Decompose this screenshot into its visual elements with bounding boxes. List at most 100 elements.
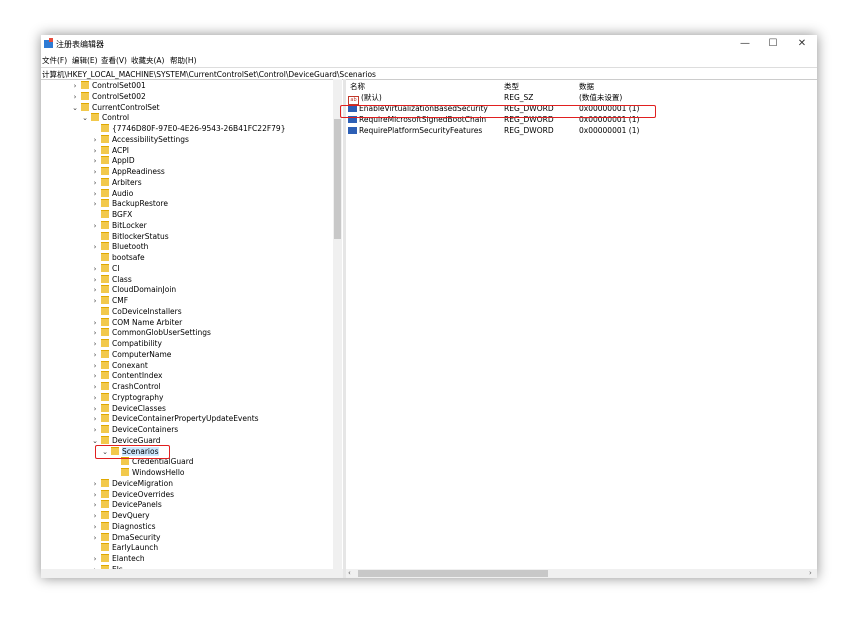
tree-item[interactable]: › Diagnostics <box>91 521 156 532</box>
tree-item[interactable]: › BackupRestore <box>91 198 168 209</box>
tree-item-label: CMF <box>112 296 129 305</box>
tree-item-label: Bluetooth <box>112 242 149 252</box>
folder-icon <box>101 414 109 423</box>
values-pane: 名称 类型 数据 ab (默认) REG_SZ (数值未设置) EnableVirtua… <box>346 79 817 569</box>
tree-vertical-scrollbar[interactable] <box>333 79 342 569</box>
tree-item-label: {7746D80F-97E0-4E26-9543-26B41FC22F79} <box>112 124 286 133</box>
tree-item[interactable]: › CloudDomainJoin <box>91 284 176 295</box>
tree-item[interactable]: › CommonGlobUserSettings <box>91 327 211 338</box>
tree-item[interactable]: {7746D80F-97E0-4E26-9543-26B41FC22F79} <box>91 123 285 134</box>
tree-item[interactable]: › AccessibilitySettings <box>91 134 189 145</box>
tree-item[interactable]: › ControlSet002 <box>71 91 146 102</box>
tree-item[interactable]: bootsafe <box>91 252 145 263</box>
tree-item-label: Compatibility <box>112 339 162 348</box>
tree-item[interactable]: › DeviceClasses <box>91 403 166 414</box>
value-row[interactable]: ab (默认) REG_SZ (数值未设置) <box>348 92 813 105</box>
folder-icon <box>101 177 109 186</box>
tree-item-label: DeviceOverrides <box>112 489 175 499</box>
folder-icon <box>101 349 109 358</box>
tree-item[interactable]: › DeviceContainers <box>91 424 178 435</box>
menu-view[interactable]: 查看(V) <box>101 55 127 66</box>
tree-item[interactable]: › CMF <box>91 295 128 306</box>
minimize-button[interactable]: — <box>734 37 756 51</box>
tree-item[interactable]: WindowsHello <box>111 467 185 478</box>
menu-edit[interactable]: 编辑(E) <box>72 55 98 66</box>
tree-item[interactable]: › Arbiters <box>91 177 142 188</box>
folder-icon <box>101 521 109 530</box>
maximize-button[interactable]: ☐ <box>762 37 784 51</box>
tree-item-label: bootsafe <box>112 253 145 262</box>
tree-item-label: AppID <box>112 156 135 166</box>
title-bar[interactable]: 注册表编辑器 — ☐ ✕ <box>41 35 817 53</box>
tree-item[interactable]: EarlyLaunch <box>91 542 158 553</box>
tree-item[interactable]: › Cryptography <box>91 392 163 403</box>
column-header-data[interactable]: 数据 <box>579 81 594 92</box>
tree-item[interactable]: › DevicePanels <box>91 499 162 510</box>
tree-item[interactable]: › Elantech <box>91 553 145 564</box>
close-button[interactable]: ✕ <box>791 37 813 51</box>
tree-item[interactable]: › COM Name Arbiter <box>91 317 182 328</box>
tree-item[interactable]: › DeviceMigration <box>91 478 173 489</box>
value-data: 0x00000001 (1) <box>579 126 640 135</box>
tree-item[interactable]: › Bluetooth <box>91 241 148 252</box>
folder-icon <box>101 328 109 337</box>
tree-scrollbar-thumb[interactable] <box>334 119 341 239</box>
folder-icon <box>101 489 109 498</box>
tree-item[interactable]: › AppID <box>91 155 135 166</box>
scroll-right-icon[interactable]: › <box>809 569 812 577</box>
tree-item[interactable]: › Audio <box>91 188 133 199</box>
tree-item-label: Class <box>112 274 132 284</box>
tree-item[interactable]: › CI <box>91 263 119 274</box>
tree-item[interactable]: › AppReadiness <box>91 166 165 177</box>
folder-icon <box>81 81 89 89</box>
values-scrollbar-thumb[interactable] <box>358 570 548 577</box>
menu-favorites[interactable]: 收藏夹(A) <box>131 55 164 66</box>
tree-item[interactable]: › DmaSecurity <box>91 532 160 543</box>
menu-file[interactable]: 文件(F) <box>42 55 67 66</box>
tree-item[interactable]: BGFX <box>91 209 132 220</box>
folder-icon <box>121 468 129 476</box>
tree-item[interactable]: › DevQuery <box>91 510 150 521</box>
tree-item[interactable]: › DeviceContainerPropertyUpdateEvents <box>91 413 259 424</box>
folder-icon <box>101 360 109 369</box>
tree-item[interactable]: › ContentIndex <box>91 370 162 381</box>
values-horizontal-scrollbar[interactable]: ‹ › <box>346 569 817 578</box>
tree-item-label: CommonGlobUserSettings <box>112 328 211 338</box>
tree-item-label: DeviceContainerPropertyUpdateEvents <box>112 414 259 424</box>
registry-editor-window: 注册表编辑器 — ☐ ✕ 文件(F) 编辑(E) 查看(V) 收藏夹(A) 帮助… <box>41 35 817 578</box>
tree-item[interactable]: ⌄ CurrentControlSet <box>71 102 160 113</box>
column-header-type[interactable]: 类型 <box>504 81 519 92</box>
tree-item[interactable]: › Conexant <box>91 360 148 371</box>
tree-item[interactable]: CoDeviceInstallers <box>91 306 182 317</box>
tree-item[interactable]: › ControlSet001 <box>71 80 146 91</box>
tree-item-label: ComputerName <box>112 349 172 359</box>
folder-icon <box>81 102 89 111</box>
window-title: 注册表编辑器 <box>56 40 104 49</box>
tree-item-label: DeviceContainers <box>112 425 179 434</box>
tree-item[interactable]: BitlockerStatus <box>91 231 169 242</box>
tree-item-label: DevicePanels <box>112 500 162 510</box>
tree-item[interactable]: › Class <box>91 274 132 285</box>
menu-bar: 文件(F) 编辑(E) 查看(V) 收藏夹(A) 帮助(H) <box>41 53 817 66</box>
chevron-down-icon[interactable]: ⌄ <box>81 113 89 124</box>
folder-icon <box>101 382 109 390</box>
tree-item[interactable]: ⌄ Control <box>81 112 129 123</box>
chevron-down-icon[interactable]: ⌄ <box>71 103 79 114</box>
tree-item[interactable]: › DeviceOverrides <box>91 489 174 500</box>
value-row[interactable]: RequirePlatformSecurityFeatures REG_DWORD… <box>348 125 813 136</box>
tree-item[interactable]: › BitLocker <box>91 220 147 231</box>
key-tree-pane: › ControlSet001 › ControlSet002 ⌄ CurrentCont… <box>41 79 343 569</box>
tree-item[interactable]: › ComputerName <box>91 349 171 360</box>
menu-help[interactable]: 帮助(H) <box>170 55 197 66</box>
folder-icon <box>91 113 99 122</box>
folder-icon <box>101 124 109 132</box>
tree-item-label: CoDeviceInstallers <box>112 306 182 316</box>
column-header-name[interactable]: 名称 <box>350 81 365 92</box>
tree-item[interactable]: › CrashControl <box>91 381 161 392</box>
tree-item[interactable]: › Compatibility <box>91 338 162 349</box>
tree-item-label: AppReadiness <box>112 167 165 176</box>
tree-item[interactable]: › ACPI <box>91 145 129 156</box>
folder-icon <box>101 285 109 294</box>
folder-icon <box>101 478 109 487</box>
scroll-left-icon[interactable]: ‹ <box>348 569 351 577</box>
